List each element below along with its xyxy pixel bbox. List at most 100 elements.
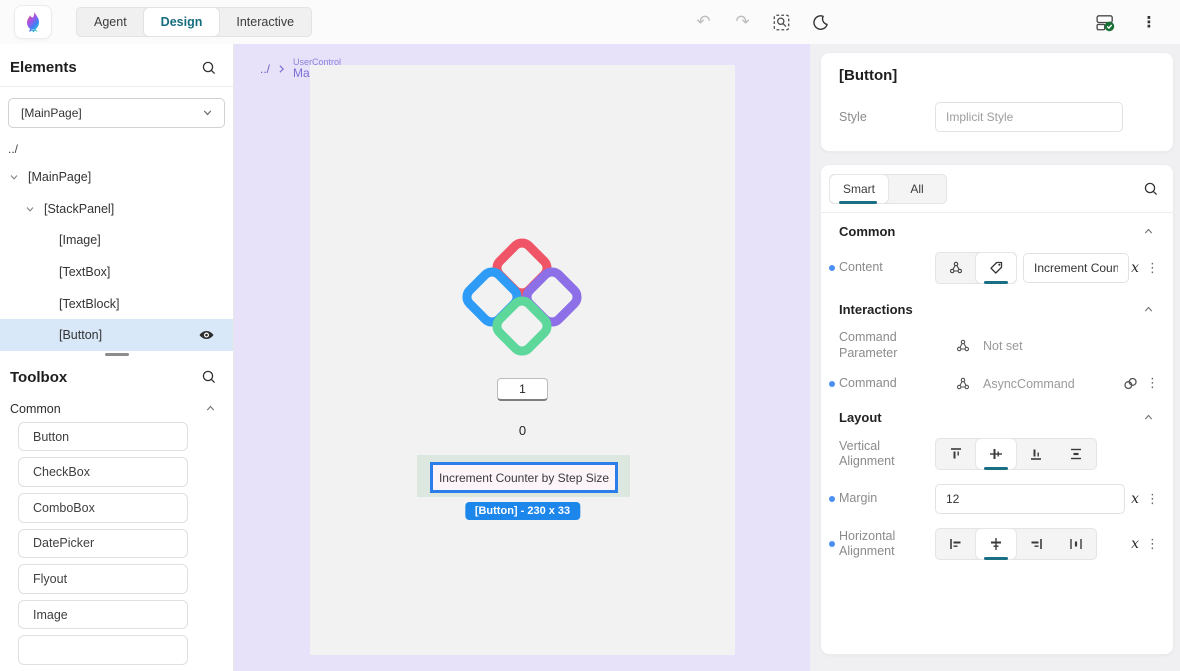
section-interactions-title: Interactions — [839, 302, 913, 317]
toolbox-item-datepicker[interactable]: DatePicker — [18, 529, 188, 559]
step-size-textbox[interactable] — [497, 378, 548, 401]
chevron-up-icon — [204, 402, 217, 415]
toolbox-item-image[interactable]: Image — [18, 600, 188, 630]
halign-center-option[interactable] — [976, 529, 1016, 559]
property-menu-icon[interactable]: ⋮ — [1146, 376, 1159, 391]
panel-resize-handle[interactable] — [0, 351, 233, 359]
tab-smart[interactable]: Smart — [830, 175, 888, 203]
valign-center-option[interactable] — [976, 439, 1016, 469]
margin-input[interactable] — [935, 484, 1125, 514]
binding-icon[interactable] — [955, 338, 971, 354]
command-parameter-label: Command Parameter — [839, 330, 935, 361]
align-right-icon — [1028, 536, 1044, 552]
horizontal-alignment-row: Horizontal Alignment — [821, 521, 1173, 567]
visibility-eye-icon[interactable] — [198, 327, 215, 343]
design-surface[interactable]: 0 Increment Counter by Step Size [Button… — [310, 65, 735, 655]
toolbox-item-button[interactable]: Button — [18, 422, 188, 452]
tree-item-textblock[interactable]: [TextBlock] — [0, 288, 233, 320]
content-label: Content — [839, 260, 935, 276]
toolbox-item-partial[interactable] — [18, 635, 188, 665]
device-status-button[interactable] — [1092, 9, 1118, 35]
toolbox-item-checkbox[interactable]: CheckBox — [18, 457, 188, 487]
tree-item-stackpanel[interactable]: [StackPanel] — [0, 193, 233, 225]
tree-item-textbox[interactable]: [TextBox] — [0, 256, 233, 288]
design-canvas[interactable]: ../ UserControl MainPage 0 Increment Cou… — [234, 44, 810, 671]
modified-indicator-dot — [829, 381, 835, 387]
property-grid-card: Smart All Common Content — [820, 164, 1174, 655]
theme-toggle-button[interactable] — [808, 9, 834, 35]
toolbox-section-common[interactable]: Common — [0, 396, 233, 422]
left-sidebar: Elements [MainPage] ../ [MainPage] [Stac… — [0, 44, 234, 671]
section-interactions[interactable]: Interactions — [821, 291, 1173, 323]
binding-icon[interactable] — [955, 376, 971, 392]
toolbox-item-label: Image — [33, 608, 68, 622]
content-binding-option[interactable] — [936, 253, 976, 283]
toolbox-item-label: DatePicker — [33, 536, 94, 550]
root-element-dropdown[interactable]: [MainPage] — [8, 98, 225, 128]
xaml-property-icon[interactable]: x — [1131, 536, 1139, 552]
xaml-property-icon[interactable]: x — [1131, 260, 1139, 276]
content-literal-option[interactable] — [976, 253, 1016, 283]
tab-agent[interactable]: Agent — [77, 8, 144, 36]
undo-button[interactable]: ↶ — [691, 9, 717, 35]
canvas-breadcrumb-up[interactable]: ../ — [260, 62, 270, 76]
halign-left-option[interactable] — [936, 529, 976, 559]
toolbox-item-label: Button — [33, 430, 69, 444]
section-layout[interactable]: Layout — [821, 399, 1173, 431]
style-input[interactable] — [935, 102, 1123, 132]
align-horizontal-center-icon — [988, 536, 1004, 552]
margin-label: Margin — [839, 491, 935, 507]
content-value-input[interactable] — [1023, 253, 1129, 283]
valign-bottom-option[interactable] — [1016, 439, 1056, 469]
modified-indicator-dot — [829, 541, 835, 547]
command-value[interactable]: AsyncCommand — [983, 377, 1075, 391]
root-element-value: [MainPage] — [21, 106, 82, 120]
valign-top-option[interactable] — [936, 439, 976, 469]
link-icon[interactable] — [1122, 375, 1139, 392]
counter-textblock: 0 — [310, 423, 735, 438]
halign-right-option[interactable] — [1016, 529, 1056, 559]
mode-tab-group: Agent Design Interactive — [76, 7, 312, 37]
section-common[interactable]: Common — [821, 213, 1173, 245]
tab-interactive[interactable]: Interactive — [219, 8, 311, 36]
tree-up-breadcrumb[interactable]: ../ — [0, 128, 233, 162]
chevron-down-icon[interactable] — [8, 171, 20, 183]
toolbox-item-flyout[interactable]: Flyout — [18, 564, 188, 594]
xaml-property-icon[interactable]: x — [1131, 491, 1139, 507]
inspect-element-button[interactable] — [769, 9, 795, 35]
modified-indicator-dot — [829, 496, 835, 502]
halign-stretch-option[interactable] — [1056, 529, 1096, 559]
tab-design[interactable]: Design — [144, 8, 220, 36]
tree-item-mainpage[interactable]: [MainPage] — [0, 162, 233, 194]
tree-item-label: [TextBox] — [59, 265, 110, 279]
command-parameter-value[interactable]: Not set — [983, 339, 1023, 353]
tab-all[interactable]: All — [888, 175, 946, 203]
inspect-element-icon — [773, 14, 790, 31]
redo-button[interactable]: ↷ — [730, 9, 756, 35]
selection-size-badge: [Button] - 230 x 33 — [465, 502, 580, 520]
toolbox-item-label: Flyout — [33, 572, 67, 586]
toolbox-item-label: CheckBox — [33, 465, 90, 479]
chevron-down-icon[interactable] — [24, 203, 36, 215]
stretch-vertical-icon — [1068, 446, 1084, 462]
overflow-menu-button[interactable]: ⋮ — [1136, 9, 1162, 35]
app-logo-button[interactable] — [14, 5, 52, 39]
property-menu-icon[interactable]: ⋮ — [1146, 537, 1159, 552]
valign-stretch-option[interactable] — [1056, 439, 1096, 469]
increment-counter-button-label: Increment Counter by Step Size — [439, 471, 609, 485]
property-menu-icon[interactable]: ⋮ — [1146, 492, 1159, 507]
tree-item-label: [TextBlock] — [59, 297, 119, 311]
toolbox-item-label: ComboBox — [33, 501, 95, 515]
elements-search-icon[interactable] — [201, 60, 217, 76]
align-bottom-icon — [1028, 446, 1044, 462]
toolbox-search-icon[interactable] — [201, 369, 217, 385]
toolbox-item-combobox[interactable]: ComboBox — [18, 493, 188, 523]
increment-counter-button[interactable]: Increment Counter by Step Size — [430, 462, 618, 493]
horizontal-alignment-label: Horizontal Alignment — [839, 529, 935, 560]
property-menu-icon[interactable]: ⋮ — [1146, 261, 1159, 276]
tree-item-image[interactable]: [Image] — [0, 225, 233, 257]
tree-item-button[interactable]: [Button] — [0, 319, 233, 351]
selected-element-card: [Button] Style — [820, 52, 1174, 152]
modified-indicator-dot — [829, 265, 835, 271]
properties-search-icon[interactable] — [1143, 181, 1159, 197]
